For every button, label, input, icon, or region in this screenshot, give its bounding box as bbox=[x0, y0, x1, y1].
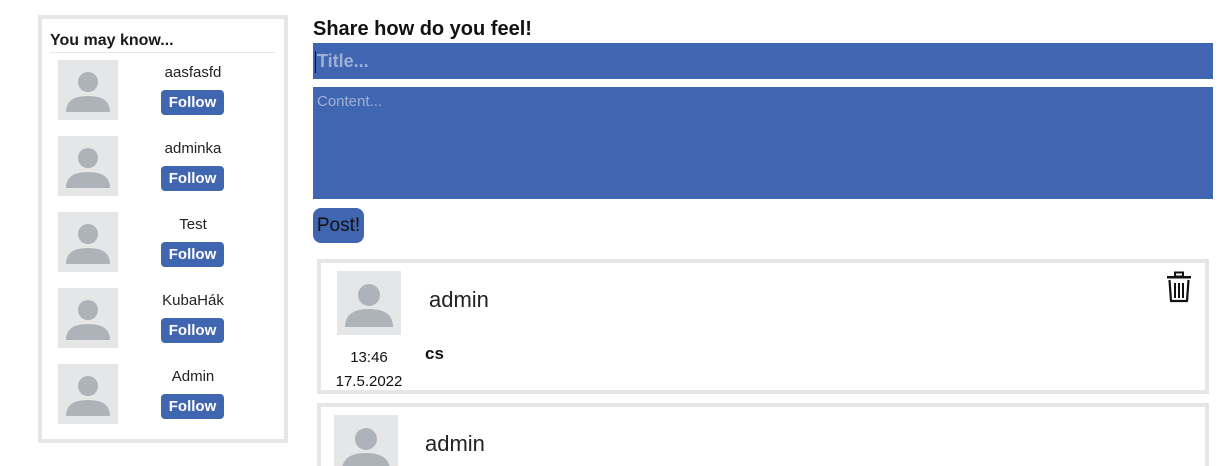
follow-button[interactable]: Follow bbox=[161, 90, 224, 115]
post-date: 17.5.2022 bbox=[335, 373, 403, 390]
follow-button[interactable]: Follow bbox=[161, 394, 224, 419]
suggested-user: Test Follow bbox=[58, 212, 258, 272]
suggested-user: Admin Follow bbox=[58, 364, 258, 424]
avatar-icon[interactable] bbox=[334, 415, 398, 466]
follow-button[interactable]: Follow bbox=[161, 318, 224, 343]
post-button[interactable]: Post! bbox=[313, 208, 364, 243]
avatar-icon[interactable] bbox=[58, 364, 118, 424]
post-title: cs bbox=[425, 344, 444, 363]
post-time: 13:46 bbox=[350, 349, 388, 366]
suggested-user-name[interactable]: KubaHák bbox=[143, 292, 243, 309]
suggested-user-name[interactable]: Admin bbox=[143, 368, 243, 385]
post-card: admin 13:46 17.5.2022 cs bbox=[317, 259, 1209, 394]
suggested-user-name[interactable]: aasfasfd bbox=[143, 64, 243, 81]
trash-icon[interactable] bbox=[1165, 271, 1193, 303]
avatar-icon[interactable] bbox=[58, 288, 118, 348]
suggested-user: aasfasfd Follow bbox=[58, 60, 258, 120]
suggested-user: KubaHák Follow bbox=[58, 288, 258, 348]
avatar-icon[interactable] bbox=[337, 271, 401, 335]
suggested-user-name[interactable]: Test bbox=[143, 216, 243, 233]
suggested-user-name[interactable]: adminka bbox=[143, 140, 243, 157]
suggestions-panel: You may know... aasfasfd Follow adminka … bbox=[38, 15, 288, 443]
follow-button[interactable]: Follow bbox=[161, 242, 224, 267]
suggestions-title: You may know... bbox=[50, 32, 275, 53]
suggested-user: adminka Follow bbox=[58, 136, 258, 196]
post-author[interactable]: admin bbox=[429, 287, 489, 313]
post-content-input[interactable] bbox=[313, 87, 1213, 199]
composer-heading: Share how do you feel! bbox=[313, 18, 532, 40]
post-card: admin bbox=[317, 403, 1209, 466]
post-author[interactable]: admin bbox=[425, 431, 485, 457]
avatar-icon[interactable] bbox=[58, 60, 118, 120]
post-title-input[interactable] bbox=[313, 43, 1213, 79]
avatar-icon[interactable] bbox=[58, 212, 118, 272]
avatar-icon[interactable] bbox=[58, 136, 118, 196]
follow-button[interactable]: Follow bbox=[161, 166, 224, 191]
text-caret bbox=[315, 51, 316, 73]
